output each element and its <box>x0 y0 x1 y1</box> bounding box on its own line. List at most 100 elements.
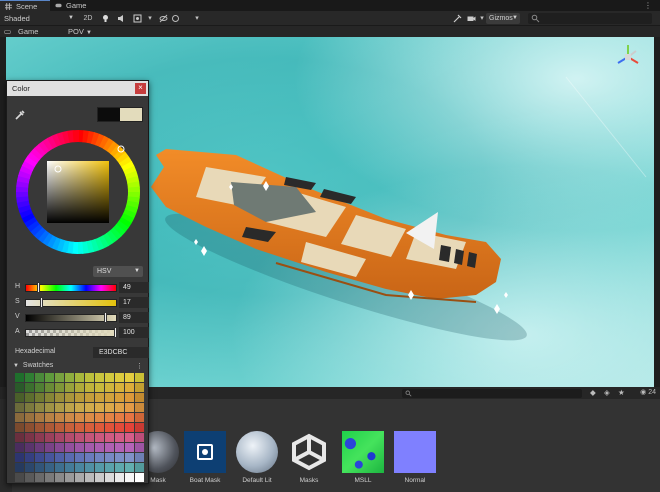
camera-icon[interactable] <box>466 13 476 24</box>
color-swatch[interactable] <box>15 403 24 412</box>
color-swatch[interactable] <box>65 403 74 412</box>
color-swatch[interactable] <box>135 453 144 462</box>
asset-item[interactable]: Masks <box>284 431 334 484</box>
color-swatch[interactable] <box>105 383 114 392</box>
color-swatch[interactable] <box>35 373 44 382</box>
color-swatch[interactable] <box>135 423 144 432</box>
saturation-value-field[interactable]: 17 <box>119 297 149 308</box>
color-swatch[interactable] <box>125 383 134 392</box>
color-swatch[interactable] <box>85 463 94 472</box>
color-swatch[interactable] <box>15 373 24 382</box>
color-swatch[interactable] <box>35 463 44 472</box>
color-mode-dropdown[interactable]: HSV ▼ <box>93 266 143 277</box>
color-swatch[interactable] <box>95 413 104 422</box>
color-swatch[interactable] <box>25 403 34 412</box>
eyedropper-icon[interactable] <box>14 109 26 121</box>
color-swatch[interactable] <box>25 433 34 442</box>
color-swatch[interactable] <box>35 433 44 442</box>
hue-value-field[interactable]: 49 <box>119 282 149 293</box>
color-swatch[interactable] <box>105 403 114 412</box>
color-swatch[interactable] <box>25 423 34 432</box>
color-swatch[interactable] <box>115 453 124 462</box>
color-swatch[interactable] <box>115 473 124 482</box>
value-value-field[interactable]: 89 <box>119 312 149 323</box>
color-swatch[interactable] <box>55 393 64 402</box>
color-swatch[interactable] <box>115 403 124 412</box>
color-swatch[interactable] <box>135 403 144 412</box>
color-swatch[interactable] <box>55 383 64 392</box>
more-options-icon[interactable]: ⋮ <box>136 362 143 370</box>
color-swatch[interactable] <box>95 473 104 482</box>
color-swatch[interactable] <box>85 443 94 452</box>
camera-pov-dropdown[interactable]: POV ▼ <box>68 26 92 37</box>
color-swatch[interactable] <box>115 373 124 382</box>
filter-by-type-icon[interactable]: ◆ <box>590 388 596 397</box>
color-swatch[interactable] <box>15 423 24 432</box>
effects-toggle-icon[interactable] <box>132 13 142 24</box>
color-swatch[interactable] <box>25 473 34 482</box>
color-swatch[interactable] <box>35 443 44 452</box>
color-swatch[interactable] <box>55 453 64 462</box>
color-swatch[interactable] <box>65 373 74 382</box>
color-swatch[interactable] <box>45 373 54 382</box>
hex-value-field[interactable]: E3DCBC <box>93 347 149 358</box>
color-swatch[interactable] <box>15 443 24 452</box>
color-swatch[interactable] <box>105 433 114 442</box>
color-swatch[interactable] <box>75 473 84 482</box>
color-swatch[interactable] <box>25 453 34 462</box>
asset-item[interactable]: Default Lit <box>232 431 282 484</box>
color-swatch[interactable] <box>85 433 94 442</box>
color-swatch[interactable] <box>35 453 44 462</box>
color-swatch[interactable] <box>25 443 34 452</box>
color-swatch[interactable] <box>85 403 94 412</box>
project-search-input[interactable] <box>402 389 582 398</box>
color-swatch[interactable] <box>125 433 134 442</box>
tab-scene[interactable]: Scene <box>0 0 50 11</box>
color-swatch[interactable] <box>65 453 74 462</box>
hue-wheel[interactable] <box>13 127 143 257</box>
color-swatch[interactable] <box>45 413 54 422</box>
color-swatch[interactable] <box>95 423 104 432</box>
color-swatch[interactable] <box>65 473 74 482</box>
color-swatch[interactable] <box>45 473 54 482</box>
color-swatch[interactable] <box>125 393 134 402</box>
color-swatch[interactable] <box>95 463 104 472</box>
color-swatch[interactable] <box>65 443 74 452</box>
color-swatch[interactable] <box>125 443 134 452</box>
color-swatch[interactable] <box>125 463 134 472</box>
color-swatch[interactable] <box>65 463 74 472</box>
color-swatch[interactable] <box>95 453 104 462</box>
audio-toggle-icon[interactable] <box>116 13 126 24</box>
color-swatch[interactable] <box>135 433 144 442</box>
color-swatch[interactable] <box>15 463 24 472</box>
color-swatch[interactable] <box>85 373 94 382</box>
effects-dropdown-icon[interactable]: ▾ <box>145 13 155 24</box>
color-swatch[interactable] <box>115 413 124 422</box>
color-swatch[interactable] <box>75 453 84 462</box>
color-swatch[interactable] <box>85 453 94 462</box>
color-swatch[interactable] <box>105 453 114 462</box>
color-swatch[interactable] <box>115 423 124 432</box>
color-swatch[interactable] <box>45 393 54 402</box>
color-swatch[interactable] <box>75 413 84 422</box>
color-swatch[interactable] <box>95 373 104 382</box>
shading-mode-dropdown[interactable]: Shaded ▼ <box>4 13 76 24</box>
tools-icon[interactable] <box>452 13 462 24</box>
search-input[interactable] <box>528 13 652 24</box>
color-swatch[interactable] <box>135 463 144 472</box>
filter-by-label-icon[interactable]: ◈ <box>604 388 610 397</box>
color-swatch[interactable] <box>125 453 134 462</box>
grid-dropdown-icon[interactable]: ▾ <box>192 13 202 24</box>
color-swatch[interactable] <box>105 463 114 472</box>
color-swatch[interactable] <box>105 373 114 382</box>
color-swatch[interactable] <box>35 413 44 422</box>
color-swatch[interactable] <box>115 463 124 472</box>
color-swatch[interactable] <box>45 443 54 452</box>
color-swatch[interactable] <box>45 403 54 412</box>
color-swatch[interactable] <box>25 413 34 422</box>
color-swatch[interactable] <box>95 433 104 442</box>
color-swatch[interactable] <box>35 473 44 482</box>
color-swatch[interactable] <box>75 433 84 442</box>
close-button[interactable]: × <box>135 83 146 94</box>
color-swatch[interactable] <box>55 403 64 412</box>
